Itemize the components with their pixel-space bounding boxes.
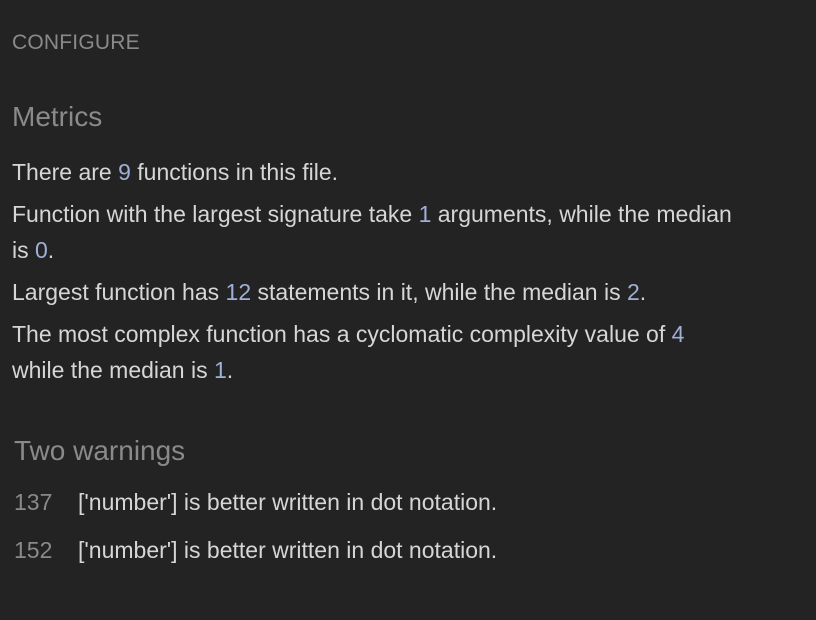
largest-signature-value: 1 (418, 201, 432, 227)
metrics-text: Function with the largest signature take (12, 201, 419, 227)
warning-message: ['number'] is better written in dot nota… (78, 489, 498, 515)
median-complexity-value: 1 (214, 357, 227, 383)
warning-line-number: 152 (14, 537, 53, 563)
metrics-text: . (639, 279, 647, 305)
metrics-largest-signature: Function with the largest signature take… (12, 196, 732, 268)
configure-link[interactable]: CONFIGURE (12, 31, 140, 55)
function-count-value: 9 (118, 159, 131, 185)
metrics-summary: There are 9 functions in this file. Func… (12, 154, 732, 394)
metrics-complexity: The most complex function has a cyclomat… (12, 316, 732, 388)
metrics-text: Largest function has (12, 279, 226, 305)
warnings-heading: Two warnings (14, 435, 186, 466)
median-statements-value: 2 (626, 279, 640, 305)
metrics-text: while the median is (12, 357, 214, 383)
max-complexity-value: 4 (671, 321, 685, 347)
warning-item[interactable]: 137 ['number'] is better written in dot … (14, 484, 794, 520)
warnings-list: 137 ['number'] is better written in dot … (14, 484, 794, 580)
metrics-text: . (47, 237, 55, 263)
warning-line-number: 137 (14, 489, 53, 515)
metrics-heading: Metrics (12, 101, 103, 132)
metrics-largest-function: Largest function has 12 statements in it… (12, 274, 732, 310)
metrics-text: There are (12, 159, 119, 185)
warning-item[interactable]: 152 ['number'] is better written in dot … (14, 532, 794, 568)
median-signature-value: 0 (35, 237, 48, 263)
jshint-report-panel: CONFIGURE Metrics There are 9 functions … (0, 0, 816, 620)
largest-function-statements-value: 12 (225, 279, 252, 305)
metrics-text: . (226, 357, 234, 383)
metrics-text: statements in it, while the median is (251, 279, 627, 305)
warning-message: ['number'] is better written in dot nota… (78, 537, 498, 563)
metrics-text: functions in this file. (130, 159, 339, 185)
metrics-function-count: There are 9 functions in this file. (12, 154, 732, 190)
metrics-text: The most complex function has a cyclomat… (12, 321, 672, 347)
